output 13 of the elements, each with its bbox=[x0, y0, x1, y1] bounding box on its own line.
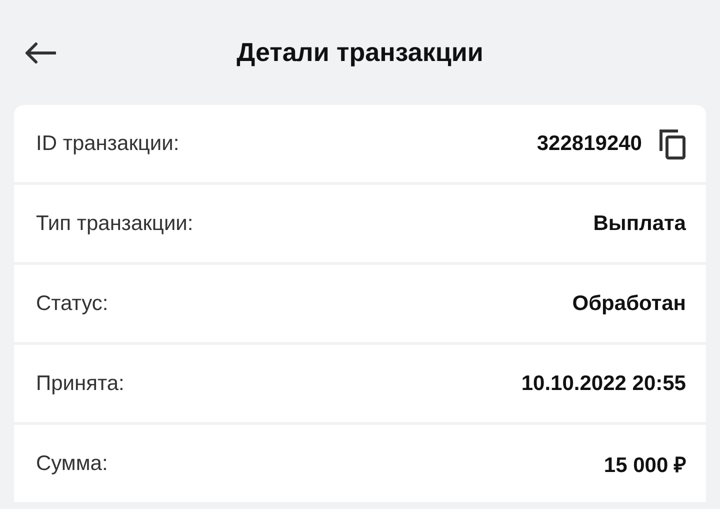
screen-title: Детали транзакции bbox=[236, 37, 484, 68]
field-label: ID транзакции: bbox=[36, 132, 180, 156]
field-value: 10.10.2022 20:55 bbox=[521, 372, 686, 396]
field-value: Выплата bbox=[593, 212, 686, 236]
field-label: Тип транзакции: bbox=[36, 212, 194, 236]
copy-icon[interactable] bbox=[658, 128, 686, 160]
field-label: Сумма: bbox=[36, 452, 109, 476]
field-value: 322819240 bbox=[536, 132, 642, 156]
field-value: 15 000 ₽ bbox=[604, 452, 686, 478]
back-arrow-icon[interactable] bbox=[24, 42, 56, 64]
field-label: Принята: bbox=[36, 372, 126, 396]
field-value: Обработан bbox=[572, 292, 686, 316]
field-label: Статус: bbox=[36, 292, 110, 316]
